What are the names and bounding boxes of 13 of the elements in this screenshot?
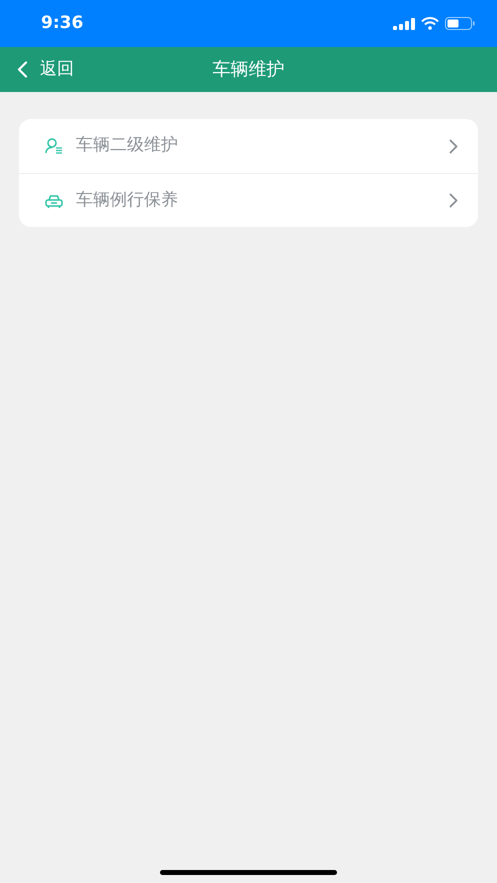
- status-time: 9:36: [41, 12, 84, 35]
- back-icon: [17, 61, 28, 78]
- battery-icon: [445, 17, 475, 30]
- wifi-icon: [421, 17, 439, 30]
- page-title: 车辆维护: [212, 58, 284, 82]
- chevron-right-icon: [449, 193, 458, 208]
- menu-item[interactable]: 车辆二级维护: [19, 119, 478, 173]
- back-button[interactable]: 返回: [0, 56, 74, 82]
- car-icon: [45, 192, 63, 208]
- signal-icon: [393, 18, 415, 30]
- person-list-icon: [45, 138, 63, 154]
- menu-item[interactable]: 车辆例行保养: [19, 173, 478, 227]
- chevron-right-icon: [449, 138, 458, 154]
